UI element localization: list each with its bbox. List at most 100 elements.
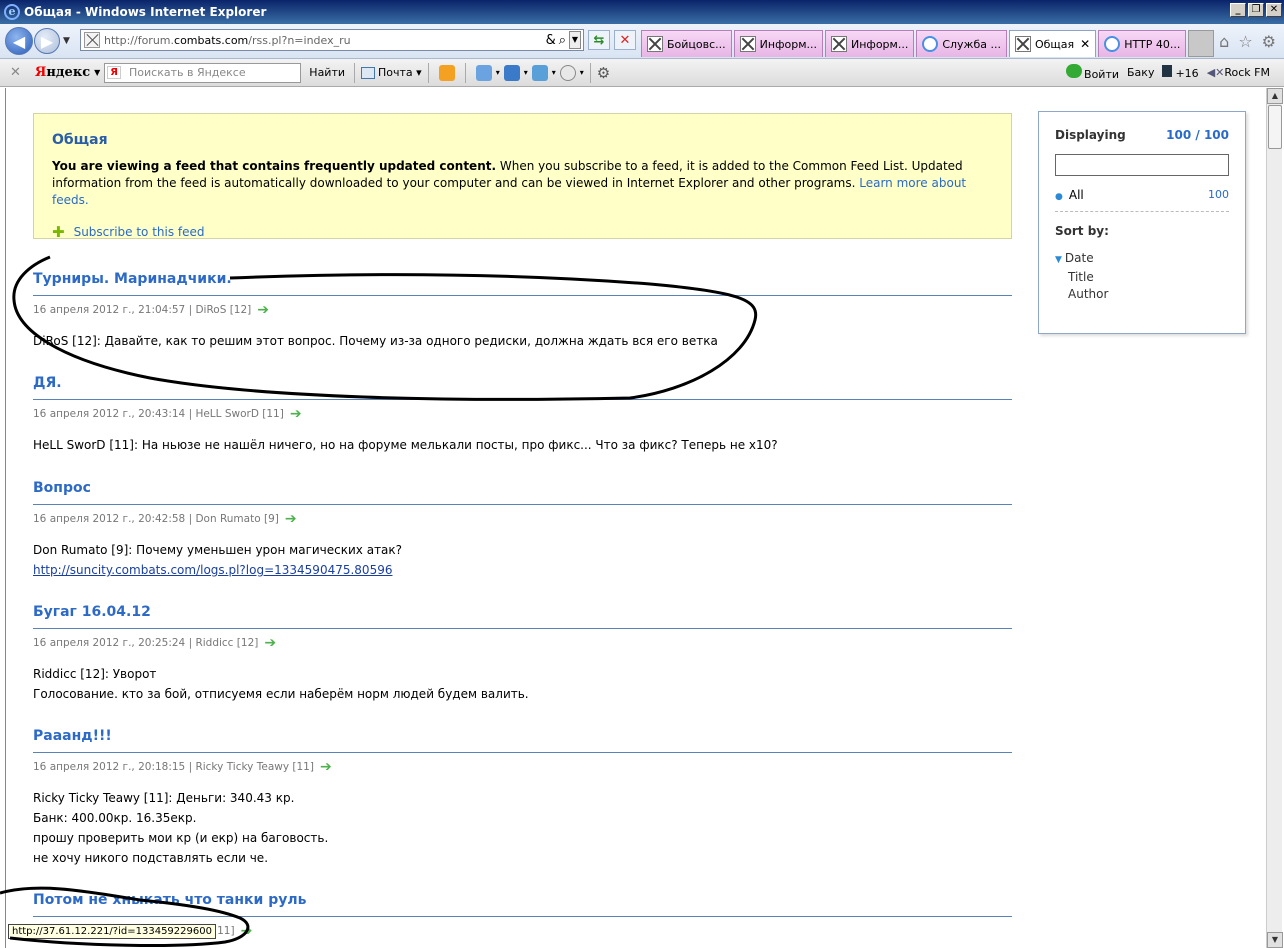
search-placeholder: Поискать в Яндексе [129, 66, 246, 79]
item-title[interactable]: Бугаг 16.04.12 [33, 604, 1012, 629]
tab-label: Общая [1034, 37, 1075, 51]
ie-icon [1104, 36, 1121, 52]
login-key-icon [1066, 64, 1083, 78]
window-title: Общая - Windows Internet Explorer [24, 5, 267, 19]
page-viewport: Общая You are viewing a feed that contai… [5, 88, 1266, 948]
vertical-scrollbar[interactable]: ▲ ▼ [1266, 88, 1283, 948]
minimize-button[interactable]: _ [1230, 3, 1246, 17]
scroll-down-icon[interactable]: ▼ [1267, 932, 1283, 948]
item-link[interactable]: http://suncity.combats.com/logs.pl?log=1… [33, 563, 392, 577]
go-arrow-icon[interactable]: ➔ [264, 635, 276, 651]
back-button[interactable]: ◀ [5, 27, 33, 55]
item-text: прошу проверить мои кр (и екр) на багово… [33, 831, 329, 845]
item-text: Голосование. кто за бой, отписуемя если … [33, 687, 529, 701]
feed-header: Общая You are viewing a feed that contai… [33, 113, 1012, 241]
address-bar[interactable]: http://forum.combats.com/rss.pl?n=index_… [80, 29, 584, 51]
item-title[interactable]: Потом не хныкать что танки руль [33, 892, 1012, 917]
item-title[interactable]: ДЯ. [33, 375, 1012, 400]
ie-icon [922, 36, 939, 52]
go-arrow-icon[interactable]: ➔ [285, 511, 297, 527]
home-icon[interactable]: ⌂ [1219, 32, 1229, 51]
filter-all[interactable]: ● All [1055, 188, 1084, 202]
bookmark-icon[interactable] [438, 64, 455, 81]
mail-icon [361, 66, 376, 79]
tools-gear-icon[interactable]: ⚙ [1262, 32, 1276, 51]
item-text: Riddicc [12]: Уворот [33, 667, 157, 681]
close-toolbar-icon[interactable]: ✕ [10, 65, 21, 80]
translate-icon[interactable] [503, 64, 520, 81]
tab-sluzhba[interactable]: Служба ... [916, 30, 1007, 57]
item-text: Don Rumato [9]: Почему уменьшен урон маг… [33, 543, 403, 557]
filter-input[interactable] [1055, 154, 1229, 176]
feed-title: Общая [52, 132, 108, 148]
divider [354, 62, 356, 83]
dictionary-icon[interactable] [531, 64, 548, 81]
scroll-thumb[interactable] [1268, 105, 1282, 149]
find-button[interactable]: Найти [306, 64, 348, 81]
all-count: 100 [1208, 188, 1229, 201]
go-arrow-icon[interactable]: ➔ [241, 923, 253, 939]
go-arrow-icon[interactable]: ➔ [290, 406, 302, 422]
favorites-star-icon[interactable]: ☆ [1238, 32, 1252, 51]
crossed-swords-icon [647, 36, 663, 52]
item-text: HeLL SworD [11]: На ньюзе не нашёл ничег… [33, 438, 778, 452]
yandex-search-input[interactable]: Я Поискать в Яндексе [104, 62, 302, 83]
chat-bubble-icon[interactable] [559, 64, 576, 81]
window-controls: _ ❐ ✕ [1230, 3, 1282, 17]
site-favicon-icon [84, 32, 100, 48]
weather-icon [1162, 65, 1173, 77]
subscribe-link[interactable]: ✚ Subscribe to this feed [52, 223, 993, 241]
sort-date[interactable]: ▼ Date [1055, 250, 1229, 269]
displaying-count: 100 / 100 [1166, 128, 1229, 142]
item-meta: 16 апреля 2012 г., 21:04:57 | DiRoS [12] [33, 304, 252, 316]
item-title[interactable]: Рааанд!!! [33, 728, 1012, 753]
feed-items: Турниры. Маринадчики. 16 апреля 2012 г.,… [33, 271, 1012, 939]
history-dropdown-icon[interactable]: ▼ [63, 36, 70, 46]
item-text: Банк: 400.00кр. 16.35екр. [33, 811, 197, 825]
tab-http-40[interactable]: HTTP 40... [1098, 30, 1187, 57]
yandex-logo[interactable]: Яндекс [35, 65, 90, 80]
item-meta: 16 апреля 2012 г., 20:25:24 | Riddicc [1… [33, 637, 259, 649]
sort-title[interactable]: Title [1055, 269, 1229, 286]
item-meta: 16 апреля 2012 г., 20:18:15 | Ricky Tick… [33, 761, 314, 773]
crossed-swords-icon [1014, 36, 1031, 52]
item-text: не хочу никого подставлять если че. [33, 851, 269, 865]
chevron-down-icon[interactable]: ▼ [94, 68, 100, 77]
address-dropdown-icon[interactable]: ▼ [569, 31, 581, 49]
title-bar: e Общая - Windows Internet Explorer _ ❐ … [0, 0, 1284, 24]
radio-button[interactable]: ◀✕Rock FM [1207, 66, 1270, 79]
refresh-button[interactable]: ⇆ [588, 30, 610, 50]
address-url[interactable]: http://forum.combats.com/rss.pl?n=index_… [104, 34, 351, 47]
sort-triangle-icon: ▼ [1055, 255, 1062, 265]
close-button[interactable]: ✕ [1266, 3, 1282, 17]
settings-gear-icon[interactable]: ⚙ [597, 64, 610, 82]
city-label[interactable]: Баку [1127, 66, 1154, 79]
compatibility-view-icon[interactable]: & [546, 33, 556, 48]
tab-obshaya[interactable]: Общая ✕ [1008, 30, 1097, 57]
forward-button[interactable]: ▶ [34, 28, 60, 54]
restore-button[interactable]: ❐ [1248, 3, 1264, 17]
weather-button[interactable]: +16 [1162, 65, 1199, 80]
login-button[interactable]: Войти [1066, 64, 1119, 81]
spellcheck-icon[interactable] [475, 64, 492, 81]
displaying-label: Displaying [1055, 128, 1126, 142]
feed-item: ДЯ. 16 апреля 2012 г., 20:43:14 | HeLL S… [33, 375, 1012, 480]
sort-by-label: Sort by: [1055, 224, 1109, 238]
tab-close-icon[interactable]: ✕ [1080, 37, 1090, 51]
tab-bojcovs[interactable]: Бойцовс... [641, 30, 732, 57]
item-title[interactable]: Турниры. Маринадчики. [33, 271, 1012, 296]
tab-inform-1[interactable]: Информ... [733, 30, 823, 57]
go-arrow-icon[interactable]: ➔ [320, 759, 332, 775]
go-arrow-icon[interactable]: ➔ [257, 302, 269, 318]
scroll-up-icon[interactable]: ▲ [1267, 88, 1283, 104]
tab-label: Служба ... [942, 37, 1001, 51]
sort-author[interactable]: Author [1055, 286, 1229, 303]
feed-sidebar: Displaying 100 / 100 ● All 100 Sort by: ▼ Da… [1038, 111, 1246, 334]
new-tab-button[interactable] [1188, 30, 1215, 57]
mail-button[interactable]: Почта ▾ [361, 66, 422, 79]
divider [589, 62, 591, 83]
address-search-icon[interactable]: ⌕ [559, 33, 566, 48]
item-title[interactable]: Вопрос [33, 480, 1012, 505]
stop-button[interactable]: ✕ [614, 30, 636, 50]
tab-inform-2[interactable]: Информ... [825, 30, 915, 57]
